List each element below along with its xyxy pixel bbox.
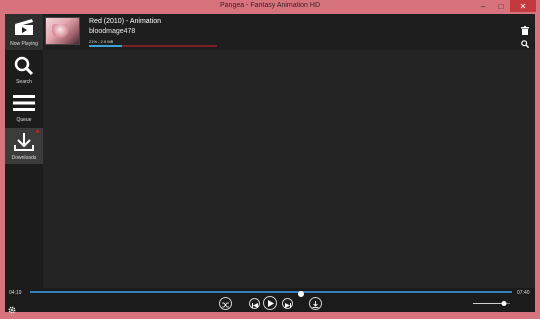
maximize-button[interactable]: □ <box>492 0 510 12</box>
volume-slider[interactable] <box>473 301 510 306</box>
seek-handle[interactable] <box>298 291 305 297</box>
download-icon <box>14 132 34 157</box>
skip-next-icon <box>284 295 291 313</box>
shuffle-button[interactable] <box>219 297 232 310</box>
video-title: Red (2010) - Animation <box>89 18 161 25</box>
sidebar-item-label: Downloads <box>11 155 37 161</box>
play-icon <box>267 294 274 312</box>
sidebar-item-queue[interactable]: Queue <box>5 90 43 126</box>
volume-fill <box>473 303 505 304</box>
app-frame: Now Playing Search Queue Downloads Red (… <box>5 14 535 314</box>
elapsed-time: 04:19 <box>9 290 22 296</box>
play-button[interactable] <box>263 296 277 310</box>
download-icon <box>312 295 319 313</box>
player-controls: 04:19 07:40 <box>5 288 535 314</box>
next-button[interactable] <box>282 298 293 309</box>
clapperboard-icon <box>14 18 34 41</box>
window-controls: – □ ✕ <box>474 0 536 12</box>
queue-list-icon <box>13 94 35 117</box>
main-panel: Red (2010) - Animation bloodmage478 21% … <box>43 14 535 288</box>
download-badge <box>36 130 39 133</box>
previous-button[interactable] <box>249 298 260 309</box>
sidebar-item-label: Search <box>16 79 32 85</box>
volume-handle[interactable] <box>501 301 507 306</box>
sidebar-item-label: Queue <box>16 117 32 123</box>
download-progress-bar <box>89 45 217 47</box>
sidebar-item-search[interactable]: Search <box>5 52 43 88</box>
close-button[interactable]: ✕ <box>510 0 536 12</box>
skip-previous-icon <box>251 295 258 313</box>
search-icon[interactable] <box>521 35 530 53</box>
download-progress-text: 21% - 2.9 MB <box>89 39 114 44</box>
search-icon <box>14 56 34 81</box>
download-item[interactable]: Red (2010) - Animation bloodmage478 21% … <box>43 14 535 50</box>
download-button[interactable] <box>309 297 322 310</box>
gear-icon[interactable] <box>8 301 16 319</box>
download-progress-fill <box>89 45 123 47</box>
sidebar-item-downloads[interactable]: Downloads <box>5 128 43 164</box>
sidebar: Now Playing Search Queue Downloads <box>5 14 43 288</box>
minimize-button[interactable]: – <box>474 0 492 12</box>
sidebar-item-label: Now Playing <box>10 41 38 47</box>
shuffle-icon <box>222 295 229 313</box>
seek-bar[interactable] <box>30 291 512 297</box>
total-time: 07:40 <box>517 290 530 296</box>
window-title: Pangea - Fantasy Animation HD <box>220 2 320 9</box>
video-thumbnail <box>45 17 80 45</box>
title-bar[interactable]: Pangea - Fantasy Animation HD – □ ✕ <box>0 0 540 14</box>
uploader-name: bloodmage478 <box>89 28 136 35</box>
item-actions <box>521 22 531 49</box>
sidebar-item-now-playing[interactable]: Now Playing <box>5 14 43 50</box>
